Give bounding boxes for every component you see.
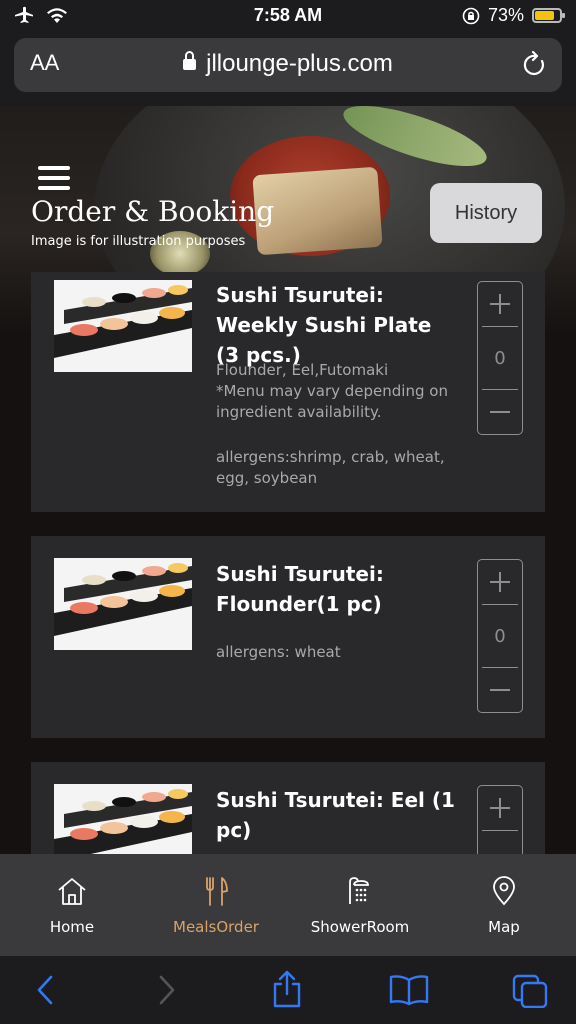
sushi-thumbnail <box>54 558 192 650</box>
address-bar[interactable]: AA jllounge-plus.com <box>14 38 562 92</box>
orientation-lock-icon <box>462 7 480 24</box>
status-bar: 7:58 AM 73% <box>0 0 576 34</box>
battery-percent: 73% <box>487 5 524 25</box>
shower-icon <box>349 877 369 904</box>
share-icon[interactable] <box>271 970 303 1008</box>
menu-item-allergens: allergens:shrimp, crab, wheat, egg, soyb… <box>216 448 445 487</box>
fork-knife-icon <box>206 877 228 906</box>
tab-map[interactable]: Map <box>432 854 576 956</box>
tab-label: Map <box>488 918 520 936</box>
browser-toolbar <box>0 956 576 1024</box>
quantity-value: 0 <box>482 326 518 390</box>
increment-button[interactable] <box>478 786 522 830</box>
quantity-stepper: 0 <box>477 785 523 854</box>
menu-item-card: Sushi Tsurutei: Eel (1 pc) 0 <box>31 762 545 854</box>
status-right: 73% <box>462 5 565 26</box>
tab-shower-room[interactable]: ShowerRoom <box>288 854 432 956</box>
menu-item-name: Sushi Tsurutei: Weekly Sushi Plate (3 pc… <box>216 283 432 367</box>
tab-meals-order[interactable]: MealsOrder <box>144 854 288 956</box>
page-title: Order & Booking <box>31 195 275 228</box>
quantity-stepper: 0 <box>477 559 523 713</box>
menu-item-description: Flounder, Eel,Futomaki *Menu may vary de… <box>216 361 448 421</box>
url-display[interactable]: jllounge-plus.com <box>14 50 562 78</box>
increment-button[interactable] <box>478 560 522 604</box>
sushi-thumbnail <box>54 784 192 854</box>
hamburger-menu-icon[interactable] <box>38 166 70 190</box>
tabs-icon[interactable] <box>512 974 548 1008</box>
menu-item-name: Sushi Tsurutei: Flounder(1 pc) <box>216 562 384 616</box>
url-text: jllounge-plus.com <box>206 50 393 77</box>
tab-label: Home <box>49 918 95 936</box>
plus-icon <box>490 798 510 818</box>
menu-item-allergens: allergens: wheat <box>216 643 341 661</box>
home-icon <box>58 878 86 905</box>
battery-icon <box>532 8 565 23</box>
plus-icon <box>490 572 510 592</box>
back-icon[interactable] <box>34 974 56 1006</box>
illustration-note: Image is for illustration purposes <box>31 234 246 249</box>
quantity-value: 0 <box>482 830 518 854</box>
menu-item-card: Sushi Tsurutei: Weekly Sushi Plate (3 pc… <box>31 272 545 512</box>
reload-icon[interactable] <box>522 51 548 79</box>
decrement-button[interactable] <box>478 668 522 712</box>
forward-icon[interactable] <box>156 974 178 1006</box>
map-pin-icon <box>493 876 515 906</box>
tab-home[interactable]: Home <box>0 854 144 956</box>
quantity-stepper: 0 <box>477 281 523 435</box>
bookmarks-icon[interactable] <box>389 974 429 1006</box>
app-tab-bar: Home MealsOrder ShowerRoom Map <box>0 854 576 956</box>
tab-label: ShowerRoom <box>310 918 410 936</box>
history-button[interactable]: History <box>430 183 542 243</box>
quantity-value: 0 <box>482 604 518 668</box>
tab-label: MealsOrder <box>173 918 259 936</box>
browser-address-area: AA jllounge-plus.com <box>0 34 576 106</box>
lock-icon <box>183 51 197 70</box>
plus-icon <box>490 294 510 314</box>
web-page: Order & Booking Image is for illustratio… <box>0 106 576 854</box>
minus-icon <box>490 411 510 413</box>
sushi-thumbnail <box>54 280 192 372</box>
decrement-button[interactable] <box>478 390 522 434</box>
increment-button[interactable] <box>478 282 522 326</box>
menu-item-card: Sushi Tsurutei: Flounder(1 pc) allergens… <box>31 536 545 738</box>
menu-item-name: Sushi Tsurutei: Eel (1 pc) <box>216 788 455 842</box>
minus-icon <box>490 689 510 691</box>
